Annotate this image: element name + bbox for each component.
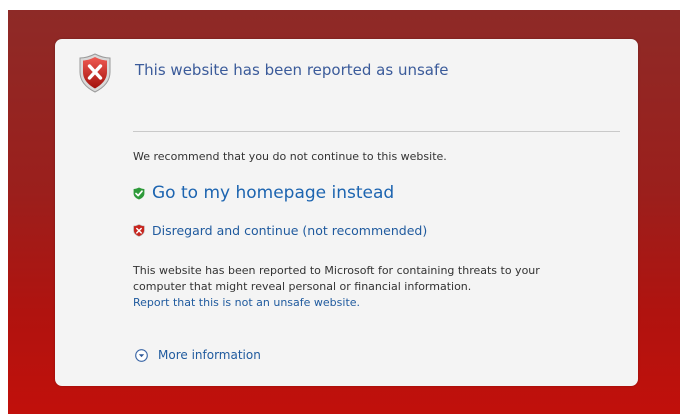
threat-description: This website has been reported to Micros… xyxy=(133,263,603,311)
disregard-continue-link[interactable]: Disregard and continue (not recommended) xyxy=(133,223,427,238)
divider xyxy=(133,131,620,132)
recommendation-text: We recommend that you do not continue to… xyxy=(133,150,447,163)
green-shield-check-icon xyxy=(133,187,145,199)
more-information-label: More information xyxy=(158,348,261,362)
description-line: This website has been reported to Micros… xyxy=(133,264,540,277)
red-shield-x-icon xyxy=(133,224,145,237)
go-to-homepage-link[interactable]: Go to my homepage instead xyxy=(133,183,394,203)
description-line: computer that might reveal personal or f… xyxy=(133,280,472,293)
disregard-continue-label: Disregard and continue (not recommended) xyxy=(152,223,428,238)
expand-circle-down-icon xyxy=(135,348,148,362)
report-not-unsafe-link[interactable]: Report that this is not an unsafe websit… xyxy=(133,295,603,311)
red-shield-x-icon xyxy=(78,53,112,93)
more-information-toggle[interactable]: More information xyxy=(135,348,261,362)
go-to-homepage-label: Go to my homepage instead xyxy=(152,183,395,203)
warning-card: This website has been reported as unsafe… xyxy=(55,39,638,386)
page-title: This website has been reported as unsafe xyxy=(135,61,449,79)
